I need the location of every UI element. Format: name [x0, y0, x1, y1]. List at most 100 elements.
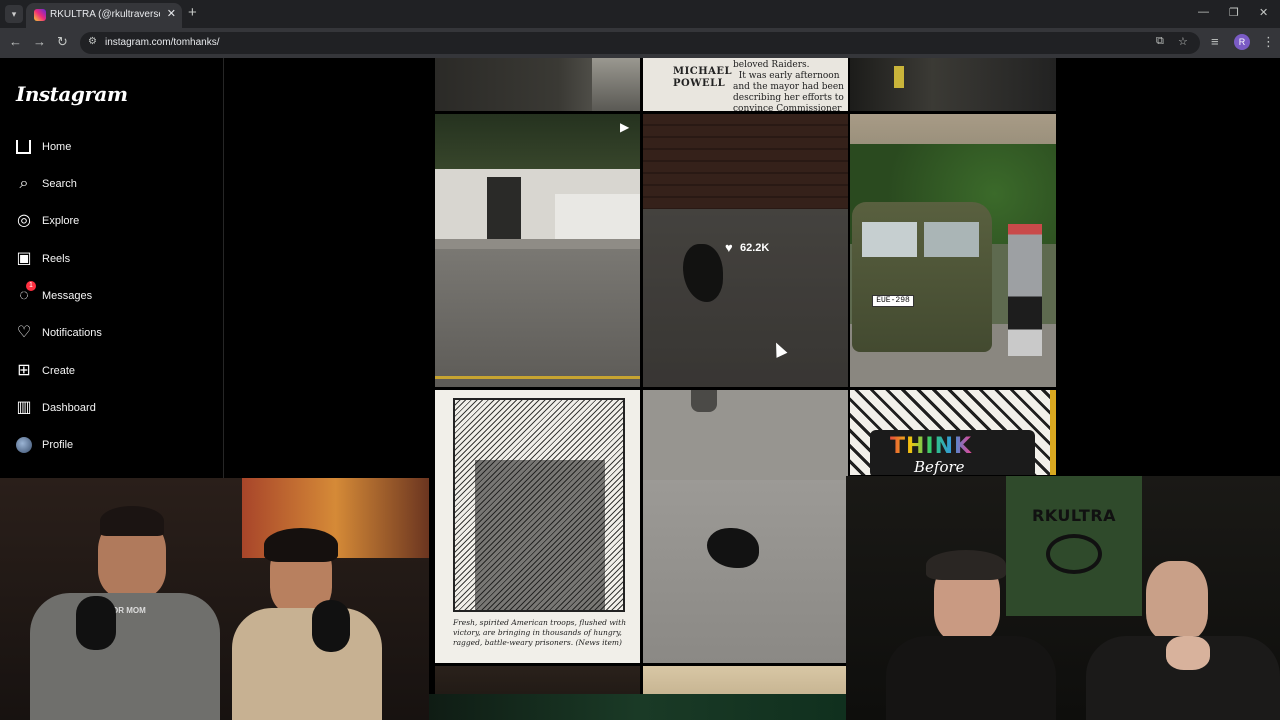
post-thumbnail[interactable]: MICHAEL POWELL beloved Raiders. It was e… — [643, 58, 848, 111]
browser-profile-avatar[interactable]: R — [1234, 34, 1250, 50]
tab-close-icon[interactable]: ✕ — [167, 7, 176, 20]
search-icon: ⌕ — [19, 175, 29, 192]
before-text: Before — [914, 458, 965, 475]
reel-play-icon: ▶ — [620, 120, 630, 134]
sidebar-item-label: Home — [42, 141, 72, 153]
bookmark-star-icon[interactable]: ☆ — [1178, 35, 1188, 48]
post-thumbnail[interactable] — [850, 58, 1056, 111]
banner-text: RKULTRA — [1031, 506, 1117, 525]
install-app-icon[interactable]: ⧉ — [1156, 35, 1164, 48]
sidebar-item-profile[interactable]: Profile — [14, 432, 204, 462]
man-standing-image — [1008, 224, 1042, 356]
soldiers-image — [475, 460, 605, 610]
black-glove-image — [707, 528, 759, 568]
concrete-image — [643, 390, 848, 480]
sidebar-item-home[interactable]: Home — [14, 134, 204, 164]
person-left-beanie-image — [926, 550, 1006, 580]
unread-badge: 1 — [26, 281, 36, 291]
newspaper-byline: MICHAEL POWELL — [673, 66, 733, 89]
think-text: THINK — [890, 434, 973, 459]
home-icon — [16, 140, 31, 154]
plus-square-icon: ⊞ — [17, 362, 31, 379]
post-thumbnail-sign[interactable]: THINK Before — [850, 390, 1056, 475]
sidebar-item-label: Messages — [42, 290, 93, 302]
sidebar-item-label: Explore — [42, 215, 80, 227]
url-text: instagram.com/tomhanks/ — [105, 37, 220, 48]
sidebar-item-label: Search — [42, 178, 77, 190]
person-right-shirt-image — [232, 608, 382, 720]
restore-icon[interactable]: ❐ — [1229, 6, 1239, 19]
person-right-head-image — [1146, 561, 1208, 641]
sidebar-item-label: Reels — [42, 253, 71, 265]
address-bar[interactable]: ⚙ instagram.com/tomhanks/ ⧉ ☆ — [80, 32, 1200, 54]
gate-image — [487, 177, 521, 239]
drawing-caption: Fresh, spirited American troops, flushed… — [453, 618, 627, 647]
sidebar-item-search[interactable]: ⌕ Search — [14, 171, 204, 201]
garage-door-image — [555, 194, 640, 239]
site-info-icon[interactable]: ⚙ — [88, 36, 97, 47]
window-close-icon[interactable]: ✕ — [1259, 6, 1268, 19]
like-count: 62.2K — [740, 242, 770, 254]
browser-tab-active[interactable]: RKULTRA (@rkultraverse) • Insta ✕ — [26, 3, 182, 28]
reels-icon: ▣ — [16, 250, 32, 267]
reload-icon[interactable]: ↻ — [57, 34, 68, 50]
person-left-shirt-image — [886, 636, 1056, 720]
tab-search-button[interactable]: ▾ — [5, 5, 23, 23]
browser-tab-bar: ▾ RKULTRA (@rkultraverse) • Insta ✕ + — … — [0, 0, 1280, 28]
van-window-image — [924, 222, 979, 257]
sidebar-item-label: Notifications — [42, 327, 102, 339]
frame-edge-image — [1050, 390, 1056, 475]
post-thumbnail-glove-2[interactable] — [643, 390, 848, 663]
shirt-text: OR MOM — [112, 606, 146, 615]
tab-title: RKULTRA (@rkultraverse) • Insta — [50, 9, 160, 20]
rkultra-banner: RKULTRA — [1006, 476, 1142, 616]
heart-icon: ♥ — [725, 240, 733, 255]
street-image — [435, 249, 640, 387]
new-tab-button[interactable]: + — [188, 5, 197, 21]
clasped-hands-image — [1166, 636, 1210, 670]
newspaper-text: beloved Raiders. It was early afternoon … — [733, 60, 844, 111]
ink-drawing-image — [453, 398, 625, 612]
instagram-logo[interactable]: Instagram — [16, 82, 128, 106]
bollard-image — [691, 390, 717, 412]
media-controls-icon[interactable]: ≡ — [1211, 34, 1219, 50]
browser-toolbar: ← → ↻ ⚙ instagram.com/tomhanks/ ⧉ ☆ ≡ R … — [0, 28, 1280, 58]
sidebar-item-notifications[interactable]: ♡ Notifications — [14, 320, 204, 350]
sidebar-item-explore[interactable]: ◎ Explore — [14, 208, 204, 238]
sidebar-item-reels[interactable]: ▣ Reels — [14, 246, 204, 276]
person-left-hair-image — [100, 506, 164, 536]
van-window-image — [862, 222, 917, 257]
eye-logo-icon — [1046, 534, 1102, 574]
forward-arrow-icon[interactable]: → — [33, 34, 46, 50]
post-thumbnail[interactable] — [435, 58, 640, 111]
chart-icon: ▥ — [16, 399, 32, 416]
webcam-gap-background — [429, 694, 846, 720]
street-sign-image — [894, 66, 904, 88]
heart-icon: ♡ — [16, 324, 32, 341]
license-plate: EUE-298 — [872, 295, 914, 307]
compass-icon: ◎ — [17, 212, 31, 229]
webcam-right-feed: RKULTRA — [846, 476, 1280, 720]
sidebar-item-create[interactable]: ⊞ Create — [14, 358, 204, 388]
post-thumbnail-glove[interactable]: ♥ 62.2K — [643, 114, 848, 387]
post-thumbnail-drawing[interactable]: Fresh, spirited American troops, flushed… — [435, 390, 640, 663]
microphone-icon — [76, 596, 116, 650]
back-arrow-icon[interactable]: ← — [9, 34, 22, 50]
avatar-icon — [16, 437, 32, 453]
instagram-favicon-icon — [34, 9, 46, 21]
sidebar-item-messages[interactable]: ◌ 1 Messages — [14, 281, 204, 313]
post-thumbnail-van[interactable]: EUE-298 — [850, 114, 1056, 387]
webcam-left-feed: OR MOM — [0, 478, 429, 720]
sidebar-item-label: Create — [42, 365, 76, 377]
curb-image — [435, 239, 640, 249]
person-right-hair-image — [264, 528, 338, 562]
sidebar-item-dashboard[interactable]: ▥ Dashboard — [14, 395, 204, 425]
sidebar-item-label: Profile — [42, 439, 74, 451]
post-thumbnail-house[interactable]: ▶ — [435, 114, 640, 387]
minimize-icon[interactable]: — — [1198, 6, 1209, 18]
post-image — [592, 58, 640, 111]
sidebar-item-label: Dashboard — [42, 402, 96, 414]
yellow-line-image — [435, 376, 640, 379]
browser-menu-icon[interactable]: ⋮ — [1262, 34, 1275, 50]
green-van-image — [852, 202, 992, 352]
